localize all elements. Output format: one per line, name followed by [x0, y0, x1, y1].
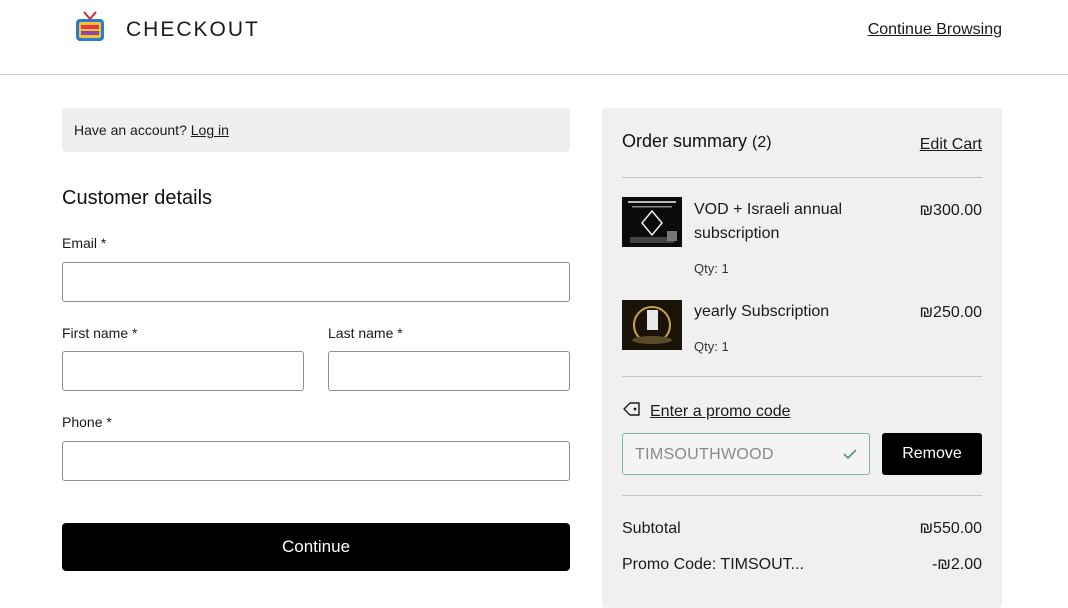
continue-browsing-link[interactable]: Continue Browsing: [868, 21, 1002, 39]
item-name: yearly Subscription: [694, 303, 830, 320]
promo-code-link-label: Enter a promo code: [650, 402, 791, 420]
promo-code-input[interactable]: TIMSOUTHWOOD: [622, 433, 870, 475]
order-summary-panel: Order summary (2) Edit Cart VOD + Israel…: [602, 108, 1002, 608]
account-banner: Have an account? Log in: [62, 108, 570, 152]
tag-icon: [622, 400, 642, 423]
email-label: Email *: [62, 235, 107, 251]
subtotal-label: Subtotal: [622, 520, 681, 537]
remove-promo-button[interactable]: Remove: [882, 433, 982, 475]
item-price: ₪300.00: [919, 202, 982, 219]
product-thumbnail: [622, 197, 682, 247]
login-link[interactable]: Log in: [191, 122, 229, 138]
tv-logo-icon[interactable]: [74, 10, 106, 44]
account-prompt: Have an account?: [74, 122, 187, 138]
last-name-label: Last name *: [328, 325, 403, 341]
divider: [622, 376, 982, 377]
product-thumbnail: [622, 300, 682, 350]
divider: [622, 495, 982, 496]
item-count: (2): [752, 134, 772, 151]
promo-discount-value: -₪2.00: [931, 556, 982, 573]
customer-details-heading: Customer details: [62, 187, 213, 209]
order-summary-title: Order summary: [622, 131, 748, 151]
check-icon: [841, 445, 859, 468]
divider: [622, 177, 982, 178]
item-price: ₪250.00: [919, 304, 982, 321]
item-qty: Qty: 1: [694, 339, 729, 354]
page-title: CHECKOUT: [126, 18, 260, 41]
promo-code-value: TIMSOUTHWOOD: [635, 446, 774, 463]
first-name-field[interactable]: [62, 351, 304, 391]
email-field[interactable]: [62, 262, 570, 302]
subtotal-value: ₪550.00: [919, 520, 982, 537]
promo-code-link[interactable]: Enter a promo code: [622, 400, 791, 423]
promo-discount-label: Promo Code: TIMSOUT...: [622, 556, 804, 573]
item-name: VOD + Israeli annual subscription: [694, 201, 843, 242]
edit-cart-link[interactable]: Edit Cart: [920, 136, 982, 154]
continue-button[interactable]: Continue: [62, 523, 570, 571]
first-name-label: First name *: [62, 325, 138, 341]
item-qty: Qty: 1: [694, 261, 729, 276]
header: CHECKOUT Continue Browsing: [0, 0, 1068, 75]
phone-field[interactable]: [62, 441, 570, 481]
phone-label: Phone *: [62, 414, 112, 430]
last-name-field[interactable]: [328, 351, 570, 391]
